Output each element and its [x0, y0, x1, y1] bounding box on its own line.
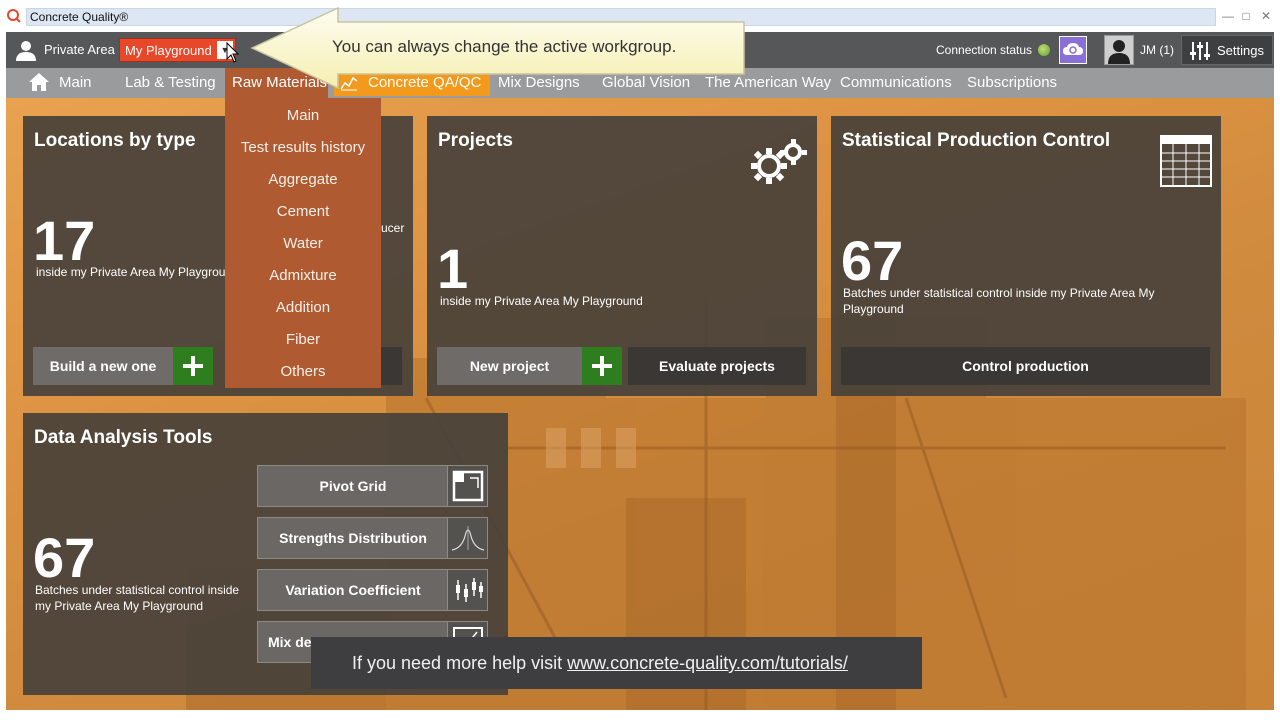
pivot-grid-button[interactable]: Pivot Grid — [257, 465, 488, 507]
projects-caption: inside my Private Area My Playground — [440, 294, 643, 308]
locations-partial-text: ucer — [381, 221, 405, 235]
sliders-icon — [1190, 42, 1210, 60]
dropdown-item-water[interactable]: Water — [225, 235, 381, 252]
dropdown-item-addition[interactable]: Addition — [225, 299, 381, 316]
settings-button[interactable]: Settings — [1181, 35, 1273, 65]
card-projects: Projects 1 inside my Private Area My Pla… — [427, 116, 817, 396]
card-title: Projects — [438, 130, 513, 151]
pivot-grid-icon — [447, 466, 487, 506]
home-icon[interactable] — [28, 72, 50, 92]
new-project-button[interactable]: New project — [437, 347, 582, 385]
dropdown-item-others[interactable]: Others — [225, 363, 381, 380]
dropdown-item-test-results-history[interactable]: Test results history — [225, 139, 381, 156]
connection-status-label: Connection status — [936, 43, 1033, 57]
cloud-icon — [1063, 43, 1083, 55]
mouse-cursor-icon — [226, 42, 240, 63]
variation-coefficient-button[interactable]: Variation Coefficient — [257, 569, 488, 611]
dropdown-item-aggregate[interactable]: Aggregate — [225, 171, 381, 188]
card-title: Statistical Production Control — [842, 130, 1111, 151]
spc-caption: Batches under statistical control inside… — [843, 286, 1155, 316]
tool-label: Strengths Distribution — [279, 530, 427, 546]
tool-label: Variation Coefficient — [285, 582, 421, 598]
help-text: If you need more help visit www.concrete… — [352, 653, 848, 674]
help-prefix: If you need more help visit — [352, 653, 568, 673]
avatar[interactable] — [1104, 35, 1134, 65]
nav-lab-testing[interactable]: Lab & Testing — [125, 74, 216, 91]
dropdown-item-main[interactable]: Main — [225, 107, 381, 124]
locations-secondary-button[interactable] — [381, 347, 402, 385]
gears-icon — [751, 139, 807, 184]
app-logo-icon — [7, 9, 21, 23]
card-title: Data Analysis Tools — [34, 427, 213, 448]
control-production-button[interactable]: Control production — [841, 347, 1210, 385]
user-name[interactable]: JM (1) — [1140, 43, 1174, 57]
data-analysis-count: 67 — [33, 526, 96, 589]
plus-icon-vertical — [600, 356, 604, 376]
connection-status-indicator — [1038, 44, 1050, 56]
raw-materials-dropdown: Main Test results history Aggregate Ceme… — [225, 98, 381, 388]
candlestick-chart-icon — [447, 570, 487, 610]
private-area-label: Private Area — [44, 42, 115, 57]
projects-count: 1 — [437, 237, 469, 300]
tool-label: Pivot Grid — [319, 478, 387, 494]
workgroup-value: My Playground — [125, 43, 212, 58]
dropdown-item-admixture[interactable]: Admixture — [225, 267, 381, 284]
user-icon — [16, 41, 36, 61]
dropdown-item-fiber[interactable]: Fiber — [225, 331, 381, 348]
card-statistical-production-control: Statistical Production Control 67 Batche… — [831, 116, 1221, 396]
tutorials-link[interactable]: www.concrete-quality.com/tutorials/ — [567, 653, 848, 673]
spc-count: 67 — [841, 229, 904, 292]
add-location-button[interactable] — [173, 347, 213, 385]
evaluate-projects-button[interactable]: Evaluate projects — [628, 347, 806, 385]
plus-icon-vertical — [191, 356, 195, 376]
workgroup-select[interactable]: My Playground ▼ — [119, 38, 236, 62]
nav-communications[interactable]: Communications — [840, 74, 952, 91]
table-grid-icon — [1160, 135, 1212, 187]
maximize-button[interactable]: □ — [1238, 8, 1254, 24]
nav-main[interactable]: Main — [59, 74, 92, 91]
add-project-button[interactable] — [582, 347, 622, 385]
help-banner: If you need more help visit www.concrete… — [311, 637, 922, 689]
build-new-button[interactable]: Build a new one — [33, 347, 173, 385]
window-title: Concrete Quality® — [30, 10, 129, 24]
strengths-distribution-button[interactable]: Strengths Distribution — [257, 517, 488, 559]
bell-curve-icon — [447, 518, 487, 558]
user-avatar-icon — [1105, 36, 1133, 64]
locations-caption: inside my Private Area My Playgrou — [36, 265, 226, 279]
cloud-sync-button[interactable] — [1059, 36, 1087, 64]
card-title: Locations by type — [34, 130, 196, 151]
nav-subscriptions[interactable]: Subscriptions — [967, 74, 1057, 91]
settings-label: Settings — [1217, 43, 1264, 58]
data-analysis-caption: Batches under statistical control inside… — [35, 583, 240, 613]
workgroup-callout-text: You can always change the active workgro… — [332, 37, 677, 56]
dropdown-item-cement[interactable]: Cement — [225, 203, 381, 220]
minimize-button[interactable]: — — [1220, 8, 1236, 24]
close-button[interactable]: ✕ — [1258, 8, 1274, 24]
